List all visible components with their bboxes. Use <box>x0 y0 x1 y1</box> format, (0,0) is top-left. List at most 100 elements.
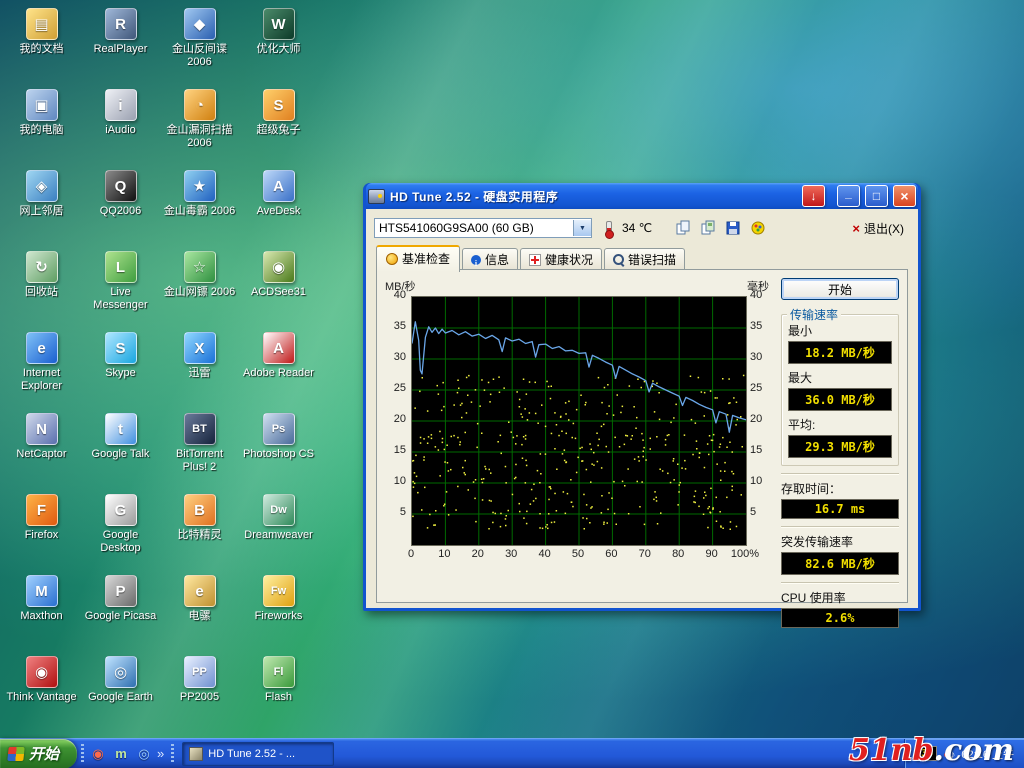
max-value: 36.0 MB/秒 <box>788 388 892 411</box>
desktop-icon-maxthon[interactable]: MMaxthon <box>2 569 81 650</box>
desktop-icon-my-computer[interactable]: ▣我的电脑 <box>2 83 81 164</box>
desktop-icon-label: Google Desktop <box>84 529 158 554</box>
flash-icon: Fl <box>263 656 295 688</box>
close-button[interactable]: × <box>893 185 916 207</box>
tab-benchmark[interactable]: 基准检查 <box>376 245 460 272</box>
avedesk-icon: A <box>263 170 295 202</box>
desktop-icon-google-talk[interactable]: tGoogle Talk <box>81 407 160 488</box>
desktop-icon-recycle-bin[interactable]: ↻回收站 <box>2 245 81 326</box>
exit-button[interactable]: × 退出(X) <box>846 218 910 239</box>
tab-info[interactable]: 信息 <box>462 248 518 271</box>
benchmark-plot <box>411 296 747 546</box>
download-arrow-button[interactable]: ↓ <box>802 185 825 207</box>
desktop-icon-avedesk[interactable]: AAveDesk <box>239 164 318 245</box>
desktop-icon-label: 电骡 <box>189 610 211 623</box>
min-value: 18.2 MB/秒 <box>788 341 892 364</box>
x-tick-label: 70 <box>639 548 651 560</box>
desktop-icon-label: QQ2006 <box>100 205 142 218</box>
maximize-button[interactable]: □ <box>865 185 888 207</box>
copy-image-icon[interactable] <box>697 218 719 238</box>
tab-health[interactable]: 健康状况 <box>520 248 602 271</box>
firefox-icon: F <box>26 494 58 526</box>
x-tick-label: 0 <box>408 548 414 560</box>
desktop-icon-google-desktop[interactable]: GGoogle Desktop <box>81 488 160 569</box>
desktop-icon-fireworks[interactable]: FwFireworks <box>239 569 318 650</box>
y-tick-label: 40 <box>750 289 762 301</box>
desktop-icon-internet-explorer[interactable]: eInternet Explorer <box>2 326 81 407</box>
quick-launch-browser-icon[interactable]: ◎ <box>134 744 154 764</box>
desktop-icon-my-documents[interactable]: ▤我的文档 <box>2 2 81 83</box>
desktop-icon-dreamweaver[interactable]: DwDreamweaver <box>239 488 318 569</box>
desktop-icon-label: Dreamweaver <box>244 529 312 542</box>
desktop-icon-pp2005[interactable]: PPPP2005 <box>160 650 239 731</box>
desktop-icon-live-messenger[interactable]: LLive Messenger <box>81 245 160 326</box>
desktop-icon-qq2006[interactable]: QQQ2006 <box>81 164 160 245</box>
start-menu-button[interactable]: 开始 <box>0 739 77 768</box>
divider <box>781 526 899 528</box>
desktop-icon-skype[interactable]: SSkype <box>81 326 160 407</box>
quick-launch-media-icon[interactable]: ◉ <box>88 744 108 764</box>
desktop-icon-think-vantage[interactable]: ◉Think Vantage <box>2 650 81 731</box>
avg-label: 平均: <box>788 416 892 433</box>
desktop-icon-adobe-reader[interactable]: AAdobe Reader <box>239 326 318 407</box>
google-earth-icon: ◎ <box>105 656 137 688</box>
tab-label: 信息 <box>485 251 509 268</box>
tab-error-scan[interactable]: 错误扫描 <box>604 248 685 271</box>
desktop-icon-realplayer[interactable]: RRealPlayer <box>81 2 160 83</box>
minimize-button[interactable]: _ <box>837 185 860 207</box>
desktop-icon-kingsoft-antispy-2006[interactable]: ◆金山反间谍 2006 <box>160 2 239 83</box>
desktop-icon-label: 金山漏洞扫描 2006 <box>163 124 237 149</box>
desktop-icon-label: 网上邻居 <box>20 205 64 218</box>
desktop-icon-netcaptor[interactable]: NNetCaptor <box>2 407 81 488</box>
xunlei-icon: X <box>184 332 216 364</box>
y-tick-label: 5 <box>400 506 406 518</box>
quick-launch-overflow-chevron[interactable]: » <box>157 746 164 761</box>
desktop-icon-network-places[interactable]: ◈网上邻居 <box>2 164 81 245</box>
desktop-icon-kingsoft-netguard-2006[interactable]: ☆金山网镖 2006 <box>160 245 239 326</box>
drive-select[interactable]: HTS541060G9SA00 (60 GB) ▼ <box>374 218 592 238</box>
start-label: 开始 <box>29 743 59 764</box>
y-tick-label: 25 <box>394 382 406 394</box>
desktop-icon-emule[interactable]: e 电骡 <box>160 569 239 650</box>
quick-launch-drag-handle[interactable] <box>81 744 84 764</box>
desktop-icon-acdsee31[interactable]: ◉ACDSee31 <box>239 245 318 326</box>
desktop-icon-bitspirit[interactable]: B比特精灵 <box>160 488 239 569</box>
hdtune-app-icon <box>368 189 385 204</box>
task-button-hdtune[interactable]: HD Tune 2.52 - ... <box>182 742 334 766</box>
transfer-rate-group-label: 传输速率 <box>787 306 841 323</box>
netcaptor-icon: N <box>26 413 58 445</box>
think-vantage-icon: ◉ <box>26 656 58 688</box>
x-tick-label: 30 <box>505 548 517 560</box>
desktop-icon-google-earth[interactable]: ◎Google Earth <box>81 650 160 731</box>
start-button[interactable]: 开始 <box>781 278 899 300</box>
my-documents-icon: ▤ <box>26 8 58 40</box>
desktop-icon-wopti[interactable]: W优化大师 <box>239 2 318 83</box>
desktop-icon-xunlei[interactable]: X迅雷 <box>160 326 239 407</box>
kingsoft-antispy-2006-icon: ◆ <box>184 8 216 40</box>
taskband-drag-handle[interactable] <box>171 744 174 764</box>
desktop-icon-bittorrent-plus-2[interactable]: BTBitTorrent Plus! 2 <box>160 407 239 488</box>
emule-icon: e <box>184 575 216 607</box>
save-icon[interactable] <box>722 218 744 238</box>
desktop-icon-photoshop-cs[interactable]: PsPhotoshop CS <box>239 407 318 488</box>
benchmark-chart: MB/秒 毫秒 403530252015105 403530252015105 … <box>383 274 779 574</box>
desktop-icon-super-rabbit[interactable]: S超级兔子 <box>239 83 318 164</box>
wopti-icon: W <box>263 8 295 40</box>
desktop-icon-google-picasa[interactable]: PGoogle Picasa <box>81 569 160 650</box>
desktop-icon-iaudio[interactable]: iiAudio <box>81 83 160 164</box>
watermark-suffix: .com <box>934 733 1014 768</box>
titlebar[interactable]: HD Tune 2.52 - 硬盘实用程序 ↓ _ □ × <box>366 183 918 209</box>
desktop-icon-kingsoft-vulnscan-2006[interactable]: ◔金山漏洞扫描 2006 <box>160 83 239 164</box>
desktop-icon-label: Internet Explorer <box>5 367 79 392</box>
copy-text-icon[interactable] <box>672 218 694 238</box>
desktop-icon-label: Flash <box>265 691 292 704</box>
desktop-icon-firefox[interactable]: FFirefox <box>2 488 81 569</box>
transfer-rate-group: 传输速率 最小 18.2 MB/秒 最大 36.0 MB/秒 平均: 29.3 … <box>781 314 899 466</box>
drive-select-value: HTS541060G9SA00 (60 GB) <box>379 221 534 235</box>
quick-launch-messenger-icon[interactable]: m <box>111 744 131 764</box>
color-options-icon[interactable] <box>747 218 769 238</box>
desktop-icon-flash[interactable]: Fl Flash <box>239 650 318 731</box>
toolbar: HTS541060G9SA00 (60 GB) ▼ 34 ℃ <box>374 217 910 239</box>
desktop-icon-kingsoft-duba-2006[interactable]: ★金山毒霸 2006 <box>160 164 239 245</box>
toolbar-buttons <box>672 218 769 238</box>
